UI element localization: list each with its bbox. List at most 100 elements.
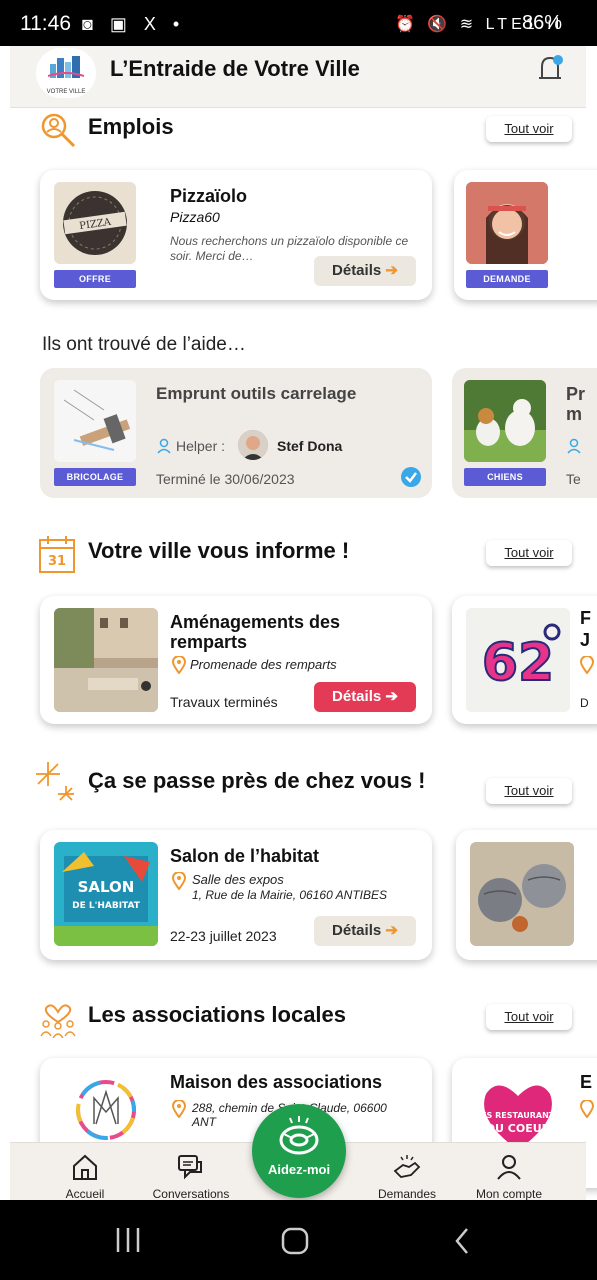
arrow-right-icon: ➔: [385, 922, 398, 939]
status-bar: 11:46 ◙ ▣ X • ⏰ 🔇 ≋ LTE1 ıl 86%: [0, 0, 597, 46]
svg-text:SALON: SALON: [78, 878, 135, 896]
svg-text:DU COEUR: DU COEUR: [486, 1122, 551, 1135]
chat-bubbles-icon: [178, 1155, 202, 1180]
recent-apps-icon[interactable]: [114, 1226, 142, 1254]
details-button[interactable]: Détails ➔: [314, 682, 416, 712]
job-search-icon: [41, 113, 76, 148]
city-logo-icon: [48, 56, 84, 78]
help-card[interactable]: CHIENS Pr m Te: [452, 368, 597, 498]
card-title: Aménagements des remparts: [170, 612, 341, 652]
logo-caption: VOTRE VILLE: [46, 89, 86, 95]
see-all-button[interactable]: Tout voir: [486, 116, 572, 142]
dogs-photo-icon: [464, 380, 546, 462]
pizza-thumbnail: PIZZA: [54, 182, 136, 264]
section-title: Les associations locales: [88, 1002, 347, 1027]
status-time: 11:46: [20, 12, 71, 35]
completion-status: Terminé le 30/06/2023: [156, 471, 295, 487]
salon-poster-icon: SALON DE L'HABITAT: [54, 842, 158, 946]
news-card[interactable]: Aménagements des remparts Promenade des …: [40, 596, 432, 724]
section-emplois: Emplois Tout voir: [0, 110, 597, 156]
see-all-button[interactable]: Tout voir: [486, 778, 572, 804]
help-card[interactable]: BRICOLAGE Emprunt outils carrelage Helpe…: [40, 368, 432, 498]
calendar-icon: 31: [39, 536, 75, 573]
nav-mon-compte[interactable]: Mon compte: [464, 1153, 554, 1200]
notification-icons: ◙ ▣ X •: [82, 14, 186, 34]
venue-name: Salle des expos: [192, 872, 284, 887]
venue-address: 1, Rue de la Mairie, 06160 ANTIBES: [192, 888, 387, 902]
see-all-button[interactable]: Tout voir: [486, 1004, 572, 1030]
community-heart-icon: [40, 1004, 76, 1038]
app-title: L’Entraide de Votre Ville: [110, 56, 360, 81]
location-pin-icon: [580, 656, 594, 674]
app-screen: VOTRE VILLE L’Entraide de Votre Ville Em…: [0, 46, 597, 1200]
card-status: Travaux terminés: [170, 694, 278, 710]
helper-label: Helper :: [176, 438, 226, 454]
location-pin-icon: [172, 1100, 186, 1118]
button-label: Détails: [332, 922, 382, 939]
category-tag: OFFRE: [54, 270, 136, 288]
svg-text:DE L'HABITAT: DE L'HABITAT: [72, 901, 141, 911]
helping-hands-icon: [393, 1155, 421, 1178]
see-all-button[interactable]: Tout voir: [486, 540, 572, 566]
location-pin-icon: [172, 656, 186, 674]
check-circle-icon: [401, 467, 421, 487]
details-button[interactable]: Détails ➔: [314, 916, 416, 946]
dogs-thumbnail: [464, 380, 546, 462]
user-icon: [157, 438, 171, 454]
nav-conversations[interactable]: Conversations: [146, 1153, 236, 1200]
card-title: Maison des associations: [170, 1072, 383, 1092]
news-card[interactable]: 62 F J D: [452, 596, 597, 724]
card-subtitle: Pizza60: [170, 209, 220, 225]
app-logo[interactable]: VOTRE VILLE: [36, 48, 96, 98]
event-card[interactable]: SALON DE L'HABITAT Salon de l’habitat Sa…: [40, 830, 432, 960]
event-date: 22-23 juillet 2023: [170, 928, 277, 944]
card-footer: D: [580, 696, 589, 710]
svg-text:31: 31: [48, 554, 66, 569]
arrow-right-icon: ➔: [385, 688, 398, 705]
card-title: Pr: [566, 384, 586, 404]
job-card[interactable]: DEMANDE: [454, 170, 597, 300]
details-button[interactable]: Détails ➔: [314, 256, 416, 286]
notification-bell-icon[interactable]: [534, 52, 566, 86]
card-title: Pizzaïolo: [170, 186, 248, 206]
category-tag: BRICOLAGE: [54, 468, 136, 486]
petanque-balls-icon: [470, 842, 574, 946]
nav-label: Mon compte: [475, 1187, 543, 1200]
street-photo-icon: [54, 608, 158, 712]
nav-demandes[interactable]: Demandes: [362, 1153, 452, 1200]
home-icon: [73, 1154, 97, 1180]
helper-name: Stef Dona: [277, 438, 343, 454]
back-icon[interactable]: [452, 1226, 472, 1256]
section-ville-informe: 31 Votre ville vous informe ! Tout voir: [0, 534, 597, 580]
category-tag: CHIENS: [464, 468, 546, 486]
remparts-thumbnail: [54, 608, 158, 712]
nav-label: Accueil: [65, 1187, 105, 1200]
nav-label: Conversations: [152, 1187, 230, 1200]
top-bar: VOTRE VILLE L’Entraide de Votre Ville: [10, 46, 586, 108]
svg-text:LES RESTAURANTS: LES RESTAURANTS: [476, 1111, 560, 1120]
svg-text:62: 62: [482, 633, 554, 693]
job-card[interactable]: PIZZA OFFRE Pizzaïolo Pizza60 Nous reche…: [40, 170, 432, 300]
battery-level: 86%: [522, 12, 563, 34]
jazz-festival-logo-icon: 62: [466, 608, 570, 712]
fireworks-icon: [36, 762, 74, 801]
section-title: Ça se passe près de chez vous !: [88, 768, 426, 793]
section-pres-de-vous: Ça se passe près de chez vous ! Tout voi…: [0, 762, 597, 810]
section-associations: Les associations locales Tout voir: [0, 998, 597, 1044]
system-navigation-bar: [0, 1200, 597, 1280]
nav-accueil[interactable]: Accueil: [40, 1153, 130, 1200]
aidez-moi-button[interactable]: Aidez-moi: [252, 1104, 346, 1198]
card-title-line2: J: [580, 630, 591, 650]
petanque-thumbnail: [470, 842, 574, 946]
event-card[interactable]: [456, 830, 597, 960]
maison-associations-logo-icon: [76, 1080, 136, 1140]
button-label: Détails: [332, 262, 382, 279]
button-label: Détails: [332, 688, 382, 705]
completion-status: Te: [566, 471, 581, 487]
card-title: F: [580, 608, 591, 628]
home-button-icon[interactable]: [280, 1226, 310, 1256]
person-thumbnail: [466, 182, 548, 264]
helper-avatar: [238, 430, 268, 460]
card-title-line2: m: [566, 404, 583, 424]
card-title: Emprunt outils carrelage: [156, 384, 357, 403]
